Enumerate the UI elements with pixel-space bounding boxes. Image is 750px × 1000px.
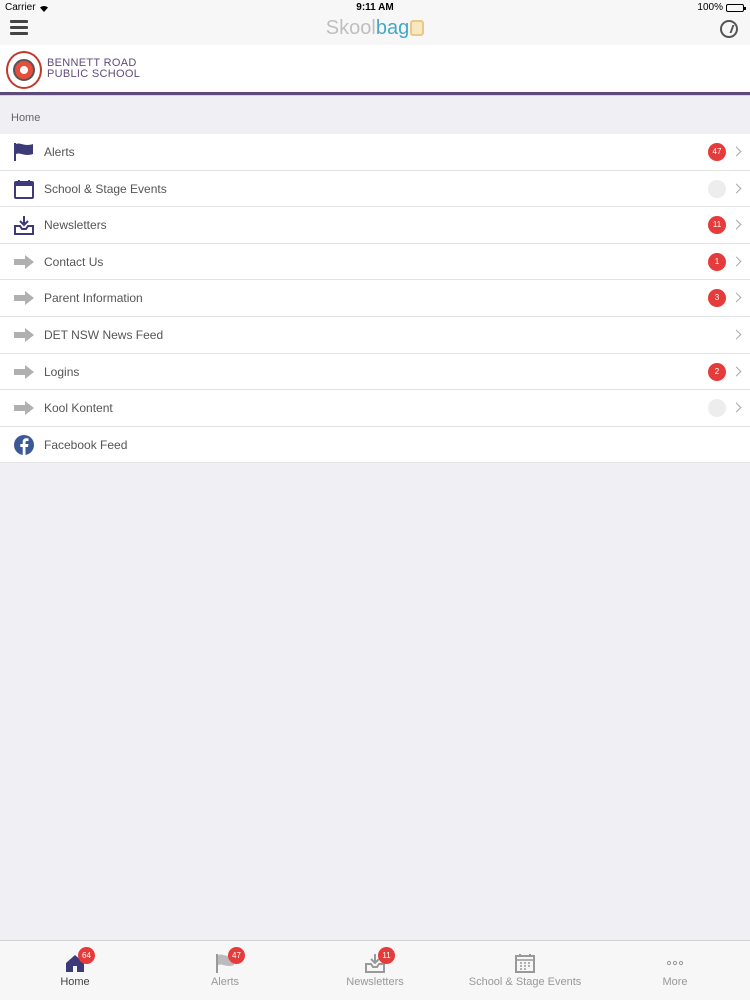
bag-logo-icon: [410, 20, 425, 36]
menu-item-newsletters[interactable]: Newsletters 11: [0, 207, 750, 244]
home-count-badge: 64: [78, 947, 95, 964]
menu-item-logins[interactable]: Logins 2: [0, 353, 750, 391]
tab-alerts[interactable]: 47 Alerts: [150, 941, 300, 1000]
chevron-right-icon: [731, 402, 742, 413]
status-bar: Carrier 9:11 AM 100%: [0, 0, 750, 15]
status-time: 9:11 AM: [356, 2, 394, 13]
chevron-right-icon: [731, 256, 742, 267]
menu-item-label: Newsletters: [44, 218, 107, 233]
nav-bar: Skoolbag: [0, 15, 750, 45]
flag-icon: [13, 142, 35, 162]
breadcrumb: Home: [0, 101, 750, 134]
tab-newsletters[interactable]: 11 Newsletters: [300, 941, 450, 1000]
tab-label: School & Stage Events: [468, 976, 582, 988]
sync-icon[interactable]: [720, 20, 738, 38]
alerts-count-badge: 47: [708, 143, 726, 161]
chevron-right-icon: [731, 183, 742, 194]
school-crest-icon: [6, 51, 42, 89]
inbox-download-icon: [13, 215, 35, 236]
facebook-icon: [13, 434, 35, 455]
tab-label: Newsletters: [346, 976, 404, 988]
app-brand: Skoolbag: [0, 17, 750, 40]
logins-count-badge: 2: [708, 362, 726, 381]
chevron-right-icon: [731, 292, 742, 303]
events-count-badge: [708, 179, 726, 198]
school-header: BENNETT ROAD PUBLIC SCHOOL: [0, 45, 750, 95]
arrow-right-icon: [13, 288, 35, 308]
menu-item-label: DET NSW News Feed: [44, 327, 164, 342]
more-icon: [664, 952, 686, 974]
battery-indicator: 100%: [697, 2, 746, 13]
menu-item-parent-information[interactable]: Parent Information 3: [0, 280, 750, 317]
arrow-right-icon: [13, 252, 35, 272]
menu-item-label: Facebook Feed: [44, 437, 128, 452]
arrow-right-icon: [13, 362, 35, 382]
tab-more[interactable]: More: [600, 941, 750, 1000]
menu-item-label: Parent Information: [44, 291, 143, 306]
tab-label: Home: [60, 976, 90, 988]
brand-part-1: Skool: [325, 17, 376, 39]
contact-count-badge: 1: [708, 252, 726, 271]
newsletters-tab-badge: 11: [378, 947, 395, 964]
menu-item-det-nsw-news-feed[interactable]: DET NSW News Feed: [0, 316, 750, 354]
menu-item-label: Logins: [44, 364, 80, 379]
arrow-right-icon: [13, 398, 35, 418]
school-name: BENNETT ROAD PUBLIC SCHOOL: [47, 58, 140, 80]
kool-kontent-count-badge: [708, 399, 726, 418]
menu-item-kool-kontent[interactable]: Kool Kontent: [0, 390, 750, 427]
battery-icon: [726, 3, 746, 12]
main-menu-list: Alerts 47 School & Stage Events Newslett…: [0, 134, 750, 464]
breadcrumb-home: Home: [11, 112, 41, 124]
bottom-tab-bar: 64 Home 47 Alerts 11 Newsletters School …: [0, 940, 750, 1000]
menu-item-label: Contact Us: [44, 254, 104, 269]
tab-home[interactable]: 64 Home: [0, 941, 150, 1000]
menu-item-alerts[interactable]: Alerts 47: [0, 134, 750, 171]
chevron-right-icon: [731, 146, 742, 157]
alerts-tab-badge: 47: [228, 947, 245, 964]
menu-item-label: Kool Kontent: [44, 401, 113, 416]
school-name-line-2: PUBLIC SCHOOL: [47, 68, 141, 80]
tab-label: Alerts: [210, 976, 240, 988]
battery-percent: 100%: [697, 2, 723, 13]
chevron-right-icon: [731, 366, 742, 377]
arrow-right-icon: [13, 325, 35, 345]
parent-info-count-badge: 3: [708, 289, 726, 308]
menu-item-label: School & Stage Events: [44, 181, 167, 196]
chevron-right-icon: [731, 219, 742, 230]
tab-school-stage-events[interactable]: School & Stage Events: [450, 941, 600, 1000]
newsletters-count-badge: 11: [708, 216, 726, 235]
calendar-icon: [514, 952, 536, 974]
calendar-icon: [13, 179, 35, 199]
chevron-right-icon: [731, 329, 742, 340]
menu-item-facebook-feed[interactable]: Facebook Feed: [0, 426, 750, 464]
menu-item-contact-us[interactable]: Contact Us 1: [0, 243, 750, 281]
menu-item-label: Alerts: [44, 145, 75, 159]
menu-item-school-stage-events[interactable]: School & Stage Events: [0, 170, 750, 208]
brand-part-2: bag: [375, 17, 410, 39]
tab-label: More: [662, 976, 688, 988]
